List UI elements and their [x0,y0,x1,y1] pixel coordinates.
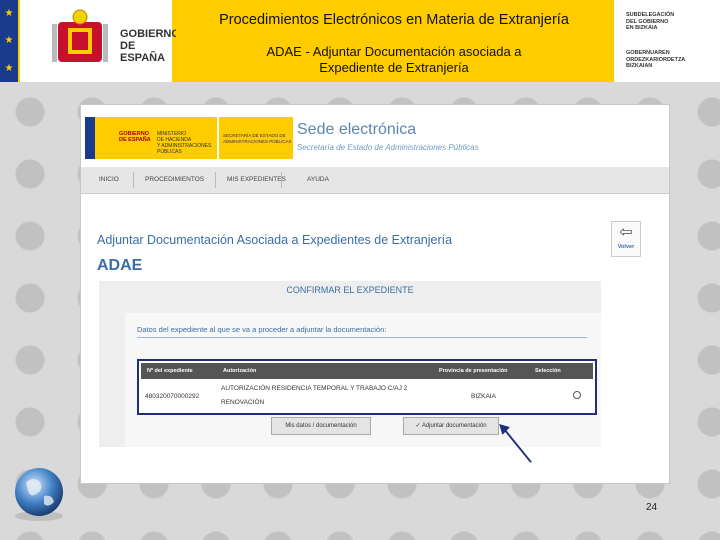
mini-flag-strip [85,117,95,159]
slide-title: Procedimientos Electrónicos en Materia d… [219,12,569,28]
section-title: ADAE [97,257,143,274]
gov-logo-line1: GOBIERNO [120,28,180,40]
adjuntar-documentacion-button[interactable]: ✓ Adjuntar documentación [403,417,499,435]
heading-divider [137,337,587,338]
cell-autorizacion-line1: AUTORIZACIÓN RESIDENCIA TEMPORAL Y TRABA… [221,385,408,392]
eu-stars-strip: ★ ★ ★ [0,0,18,82]
sede-subtitle: Secretaría de Estado de Administraciones… [297,143,479,152]
sede-title: Sede electrónica [297,121,417,138]
gobierno-logo: GOBIERNO DE ESPAÑA [20,0,180,82]
mini-ministry-line3: Y ADMINISTRACIONES PÚBLICAS [157,143,212,155]
nav-item-inicio[interactable]: INICIO [99,176,119,183]
adjuntar-label: Adjuntar documentación [421,423,487,429]
star-icon: ★ [4,8,14,20]
globe-icon [15,468,63,521]
sede-screenshot: GOBIERNO DE ESPAÑA MINISTERIO DE HACIEND… [80,104,670,484]
seleccion-radio[interactable] [573,391,581,399]
slide-subtitle: ADAE - Adjuntar Documentación asociada a… [266,44,522,75]
page-number: 24 [646,502,658,513]
nav-item-procedimientos[interactable]: PROCEDIMIENTOS [145,176,204,183]
right-logo-line6: BIZKAIAN [626,63,653,69]
volver-label: Volver [617,244,635,250]
col-header-expediente: Nº del expediente [147,368,193,374]
cell-autorizacion-line2: RENOVACIÓN [221,399,265,406]
expediente-heading: Datos del expediente al que se va a proc… [137,325,387,334]
volver-button[interactable]: ⇦ Volver [611,221,641,257]
mini-secretaria-line2: ADMINISTRACIONES PÚBLICAS [223,138,292,144]
mini-logo-line2: DE ESPAÑA [119,137,151,143]
sede-header: GOBIERNO DE ESPAÑA MINISTERIO DE HACIEND… [81,105,669,167]
col-header-autorizacion: Autorización [223,368,257,374]
mini-gov-logo: GOBIERNO DE ESPAÑA MINISTERIO DE HACIEND… [85,117,217,159]
header-banner: ★ ★ ★ GOBIERNO DE ESPAÑA Procedimientos … [0,0,720,82]
nav-separator [215,172,216,188]
mini-secretaria-line1: SECRETARÍA DE ESTADO DE [223,133,286,138]
star-icon: ★ [4,62,14,74]
gov-logo-line2: DE ESPAÑA [120,40,166,64]
confirm-title: CONFIRMAR EL EXPEDIENTE [286,285,414,295]
right-logo-line3: EN BIZKAIA [626,25,658,31]
table-header: Nº del expediente Autorización Provincia… [141,363,593,379]
cell-provincia: BIZKAIA [471,393,496,400]
coat-of-arms-icon [52,9,108,62]
expediente-table: Nº del expediente Autorización Provincia… [137,359,597,415]
nav-item-mis-expedientes[interactable]: MIS EXPEDIENTES [227,176,286,183]
annotation-arrow-icon [499,424,532,463]
mis-datos-button[interactable]: Mis datos / documentación [271,417,371,435]
nav-item-ayuda[interactable]: AYUDA [307,176,329,183]
sede-nav-bar: INICIO PROCEDIMIENTOS MIS EXPEDIENTES AY… [81,167,669,194]
col-header-seleccion: Selección [535,368,561,374]
col-header-provincia: Provincia de presentación [439,368,508,374]
subdelegacion-logo: SUBDELEGACIÓN DEL GOBIERNO EN BIZKAIA GO… [614,0,720,82]
right-logo-line1: SUBDELEGACIÓN [626,12,675,18]
page-title: Adjuntar Documentación Asociada a Expedi… [97,233,453,247]
back-arrow-icon: ⇦ [619,224,633,241]
star-icon: ★ [4,35,14,47]
title-box: Procedimientos Electrónicos en Materia d… [176,0,612,82]
cell-expediente: 480320070000292 [145,393,200,400]
nav-separator [281,172,282,188]
nav-separator [133,172,134,188]
